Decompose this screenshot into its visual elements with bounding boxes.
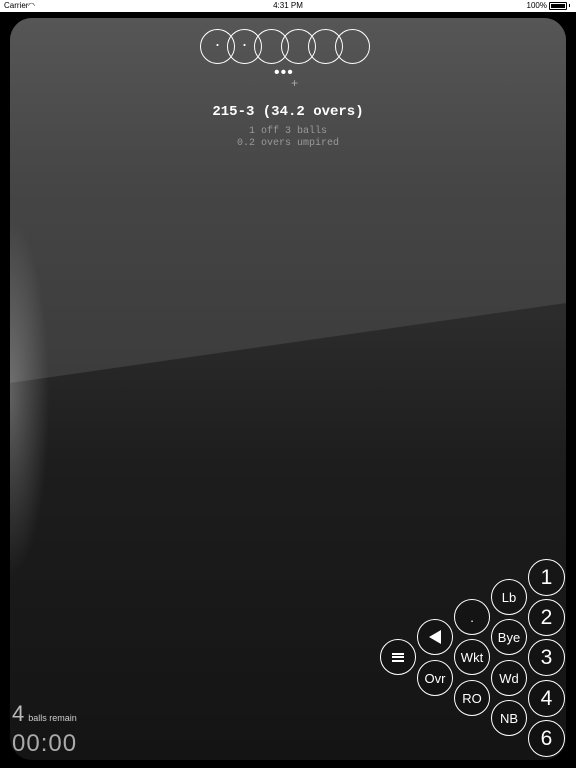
add-ball-indicator[interactable]: + <box>291 76 298 90</box>
leg-bye-button[interactable]: Lb <box>491 579 527 615</box>
run-1-button[interactable]: 1 <box>528 559 565 596</box>
score-line: 215-3 (34.2 overs) <box>212 104 364 120</box>
triangle-left-icon <box>429 630 441 644</box>
bye-button[interactable]: Bye <box>491 619 527 655</box>
balls-remaining-count: 4 <box>12 701 25 726</box>
balls-remaining-label: balls remain <box>28 713 77 723</box>
no-ball-button[interactable]: NB <box>491 700 527 736</box>
run-4-button[interactable]: 4 <box>528 680 565 717</box>
run-3-button[interactable]: 3 <box>528 639 565 676</box>
end-over-button[interactable]: Ovr <box>417 660 453 696</box>
battery-icon <box>549 1 567 10</box>
wide-button[interactable]: Wd <box>491 660 527 696</box>
hamburger-menu-icon <box>392 652 404 662</box>
menu-button[interactable] <box>380 639 416 675</box>
status-bar: Carrier ◠ 4:31 PM 100% <box>0 0 576 12</box>
run-6-button[interactable]: 6 <box>528 720 565 757</box>
screen-edge-glow <box>10 218 50 578</box>
undo-button[interactable] <box>417 619 453 655</box>
over-ball-6[interactable] <box>335 29 370 64</box>
run-2-button[interactable]: 2 <box>528 599 565 636</box>
wicket-button[interactable]: Wkt <box>454 639 490 675</box>
score-sub-2: 0.2 overs umpired <box>236 138 340 149</box>
battery-percent: 100% <box>526 1 547 10</box>
match-timer: 00:00 <box>12 730 78 757</box>
battery-indicator: 100% <box>527 1 570 10</box>
clock: 4:31 PM <box>273 1 303 10</box>
battery-tip <box>569 4 570 7</box>
score-sub-1: 1 off 3 balls <box>248 126 327 137</box>
dot-ball-button[interactable]: . <box>454 599 490 635</box>
run-out-button[interactable]: RO <box>454 680 490 716</box>
balls-remaining: 4 balls remain <box>12 703 77 725</box>
